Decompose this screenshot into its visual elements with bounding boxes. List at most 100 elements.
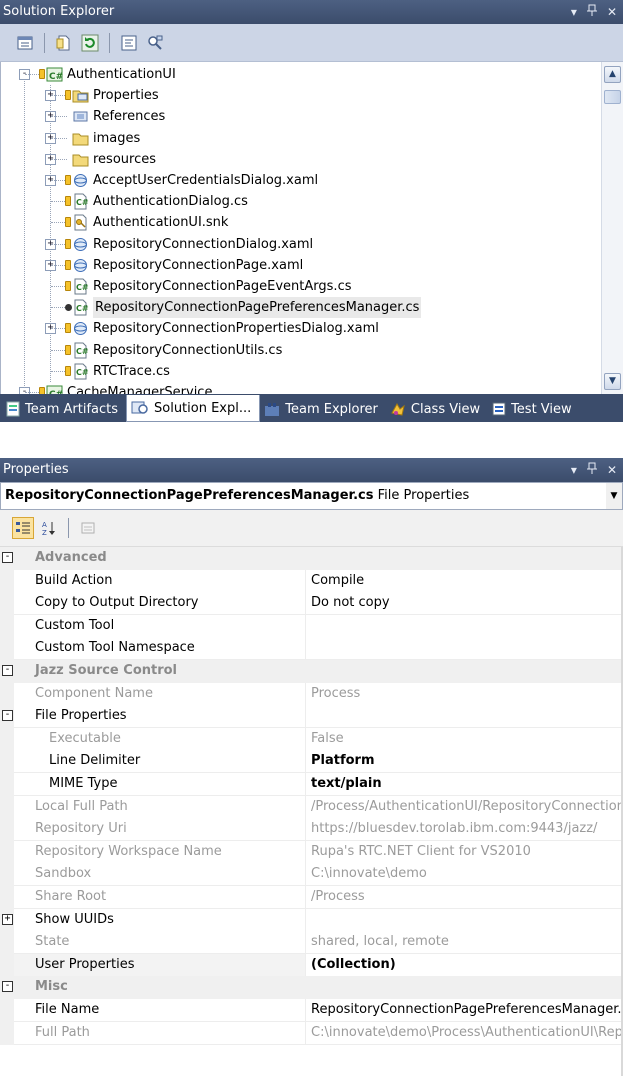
tree-item[interactable]: + References (1, 106, 596, 127)
refresh-icon[interactable] (79, 32, 101, 54)
property-category-row[interactable]: - Misc (0, 976, 623, 1000)
class-diagram-icon[interactable] (144, 32, 166, 54)
property-value[interactable]: C:\innovate\demo\Process\AuthenticationU… (306, 1021, 623, 1045)
tree-vertical-scrollbar[interactable]: ▲ ▼ (601, 62, 623, 394)
property-row[interactable]: Executable False (0, 727, 623, 751)
auto-hide-pin-icon[interactable] (586, 0, 597, 24)
tab-test-view[interactable]: Test View (488, 396, 580, 422)
property-row[interactable]: Copy to Output Directory Do not copy (0, 592, 623, 616)
tab-team-artifacts[interactable]: Team Artifacts (2, 396, 126, 422)
property-value[interactable]: /Process/AuthenticationUI/RepositoryConn… (306, 795, 623, 819)
tree-item[interactable]: + resources (1, 149, 596, 170)
property-row[interactable]: Full Path C:\innovate\demo\Process\Authen… (0, 1021, 623, 1045)
chevron-down-icon[interactable]: ▼ (606, 483, 622, 509)
object-selector-dropdown[interactable]: RepositoryConnectionPagePreferencesManag… (0, 482, 623, 510)
tree-item[interactable]: + RepositoryConnectionDialog.xaml (1, 234, 596, 255)
tree-item[interactable]: AuthenticationUI.snk (1, 212, 596, 233)
property-row[interactable]: Custom Tool Namespace (0, 637, 623, 661)
tree-item[interactable]: - C# AuthenticationUI (1, 64, 596, 85)
property-row[interactable]: Line Delimiter Platform (0, 750, 623, 774)
tree-item[interactable]: + RepositoryConnectionPage.xaml (1, 255, 596, 276)
checked-in-dot-icon (65, 304, 72, 312)
class-view-icon (390, 401, 406, 417)
property-name: Custom Tool Namespace (14, 637, 306, 661)
solution-tree[interactable]: - C# AuthenticationUI + Properties + Reference… (0, 62, 623, 394)
pending-change-lock-icon (65, 90, 71, 101)
tree-item[interactable]: C# AuthenticationDialog.cs (1, 191, 596, 212)
alphabetical-icon[interactable]: AZ (38, 517, 60, 539)
property-value[interactable]: Process (306, 682, 623, 706)
property-row[interactable]: Sandbox C:\innovate\demo (0, 863, 623, 887)
expand-category-icon[interactable]: + (2, 913, 13, 925)
auto-hide-pin-icon[interactable] (586, 458, 597, 482)
collapse-category-icon[interactable]: - (2, 552, 13, 563)
property-row[interactable]: Repository Workspace Name Rupa's RTC.NET … (0, 840, 623, 864)
view-code-icon[interactable] (118, 32, 140, 54)
property-value[interactable]: Compile (306, 569, 623, 593)
tree-item[interactable]: C# RepositoryConnectionPagePreferencesMan… (1, 297, 596, 319)
property-value[interactable]: C:\innovate\demo (306, 863, 623, 887)
property-value[interactable]: text/plain (306, 773, 623, 796)
window-position-dropdown-icon[interactable]: ▾ (571, 0, 577, 24)
property-value[interactable]: Platform (306, 750, 623, 774)
property-row[interactable]: Local Full Path/Process/AuthenticationUI… (0, 795, 623, 819)
property-category-row[interactable]: + Show UUIDs (0, 908, 623, 932)
property-value[interactable] (306, 614, 623, 638)
property-name: Show UUIDs (14, 908, 306, 932)
collapse-category-icon[interactable]: - (2, 665, 13, 676)
collapse-category-icon[interactable]: - (2, 710, 13, 722)
tree-item[interactable]: C# RepositoryConnectionUtils.cs (1, 340, 596, 361)
property-value[interactable]: False (306, 727, 623, 751)
property-row[interactable]: Build Action Compile (0, 569, 623, 593)
xaml-icon (72, 257, 89, 274)
key-file-icon (72, 214, 89, 231)
tab-label: Class View (410, 401, 481, 417)
property-value[interactable] (306, 705, 623, 729)
close-icon[interactable]: ✕ (607, 458, 617, 482)
scroll-thumb[interactable] (604, 90, 621, 104)
property-category-row[interactable]: - Jazz Source Control (0, 660, 623, 683)
properties-icon[interactable] (14, 32, 36, 54)
property-value[interactable]: Rupa's RTC.NET Client for VS2010 (306, 840, 623, 864)
property-value[interactable]: https://bluesdev.torolab.ibm.com:9443/ja… (306, 818, 623, 842)
property-value[interactable] (306, 908, 623, 932)
property-name: Executable (14, 727, 306, 751)
tree-item[interactable]: + RepositoryConnectionPropertiesDialog.xa… (1, 318, 596, 339)
tab-solution-expl[interactable]: Solution Expl... (126, 395, 261, 422)
tree-item[interactable]: C# RepositoryConnectionPageEventArgs.cs (1, 276, 596, 297)
property-row[interactable]: State shared, local, remote (0, 931, 623, 955)
tool-window-tabs: Team Artifacts Solution Expl... Team Explo… (0, 394, 623, 422)
property-category-row[interactable]: - File Properties (0, 705, 623, 729)
tab-team-explorer[interactable]: Team Explorer (260, 396, 386, 422)
property-row[interactable]: User Properties (Collection) (0, 953, 623, 977)
scroll-down-button[interactable]: ▼ (604, 373, 621, 390)
window-position-dropdown-icon[interactable]: ▾ (571, 458, 577, 482)
property-row[interactable]: Custom Tool (0, 614, 623, 638)
property-value[interactable]: RepositoryConnectionPagePreferencesManag… (306, 999, 623, 1022)
property-value[interactable]: Do not copy (306, 592, 623, 616)
property-row[interactable]: Component Name Process (0, 682, 623, 706)
tab-class-view[interactable]: Class View (386, 396, 488, 422)
property-row[interactable]: MIME Type text/plain (0, 773, 623, 796)
property-row[interactable]: Repository Uri https://bluesdev.torolab.i… (0, 818, 623, 842)
tree-item[interactable]: + Properties (1, 85, 596, 106)
property-value[interactable]: /Process (306, 886, 623, 909)
tree-item[interactable]: + AcceptUserCredentialsDialog.xaml (1, 170, 596, 191)
scroll-up-button[interactable]: ▲ (604, 66, 621, 83)
collapse-category-icon[interactable]: - (2, 981, 13, 993)
tree-item[interactable]: -C#CacheManagerService (1, 382, 596, 394)
property-name: Jazz Source Control (14, 660, 623, 683)
property-pages-icon[interactable] (77, 517, 99, 539)
close-icon[interactable]: ✕ (607, 0, 617, 24)
property-row[interactable]: File Name RepositoryConnectionPagePrefere… (0, 999, 623, 1022)
pending-change-lock-icon (39, 69, 45, 79)
property-value[interactable]: (Collection) (306, 953, 623, 977)
property-value[interactable] (306, 637, 623, 661)
categorized-icon[interactable] (12, 517, 34, 539)
property-value[interactable]: shared, local, remote (306, 931, 623, 955)
property-category-row[interactable]: - Advanced (0, 547, 623, 570)
tree-item[interactable]: + images (1, 128, 596, 149)
property-row[interactable]: Share Root/Process (0, 886, 623, 909)
show-all-files-icon[interactable] (53, 32, 75, 54)
tree-item[interactable]: C# RTCTrace.cs (1, 361, 596, 382)
